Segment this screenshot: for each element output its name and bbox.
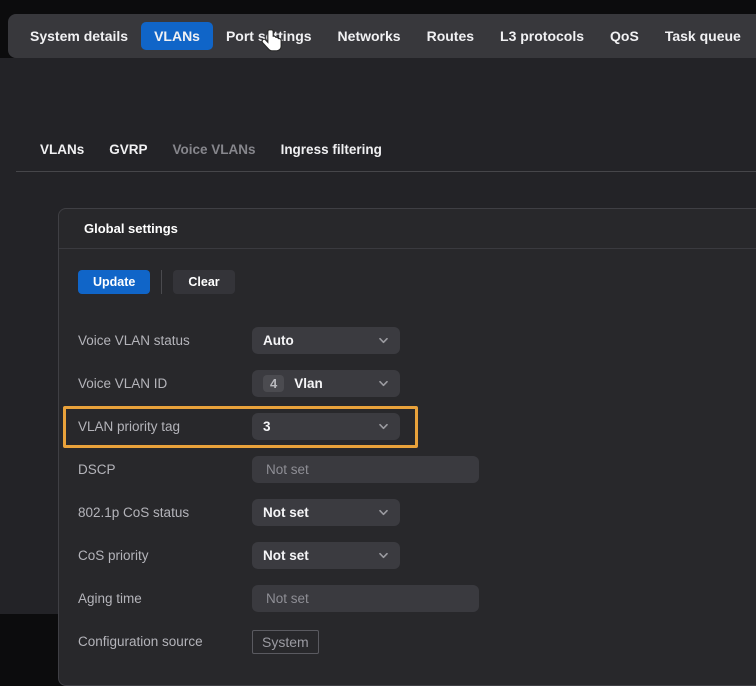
global-settings-panel: Global settings Update Clear Voice VLAN … (58, 208, 756, 686)
form-row-voice-vlan-id: Voice VLAN ID 4 Vlan (78, 370, 756, 397)
field-label-voice-vlan-status: Voice VLAN status (78, 333, 252, 348)
field-label-aging-time: Aging time (78, 591, 252, 606)
field-label-voice-vlan-id: Voice VLAN ID (78, 376, 252, 391)
tab-networks[interactable]: Networks (325, 22, 414, 50)
chevron-down-icon (377, 506, 390, 519)
subtab-voice-vlans[interactable]: Voice VLANs (173, 142, 256, 157)
action-buttons-row: Update Clear (78, 270, 756, 294)
tab-l3-protocols[interactable]: L3 protocols (487, 22, 597, 50)
dropdown-voice-vlan-id[interactable]: 4 Vlan (252, 370, 400, 397)
tab-qos[interactable]: QoS (597, 22, 652, 50)
chevron-down-icon (377, 420, 390, 433)
form-row-aging-time: Aging time (78, 585, 756, 612)
dropdown-voice-vlan-status[interactable]: Auto (252, 327, 400, 354)
tab-task-queue[interactable]: Task queue (652, 22, 754, 50)
dropdown-value: Not set (263, 548, 309, 563)
field-label-dscp: DSCP (78, 462, 252, 477)
settings-form: Voice VLAN statusAutoVoice VLAN ID4VlanV… (78, 327, 756, 655)
form-row-cos-priority: CoS priority Not set (78, 542, 756, 569)
input-aging-time[interactable] (252, 585, 479, 612)
subtab-gvrp[interactable]: GVRP (109, 142, 147, 157)
panel-title: Global settings (84, 221, 178, 236)
dropdown-value: Vlan (294, 376, 323, 391)
field-label-802-1p-cos-status: 802.1p CoS status (78, 505, 252, 520)
field-label-cos-priority: CoS priority (78, 548, 252, 563)
form-row-vlan-priority-tag: VLAN priority tag 3 (78, 413, 756, 440)
dropdown-value: 3 (263, 419, 271, 434)
form-row-configuration-source: Configuration sourceSystem (78, 628, 756, 655)
sub-navigation-tabs: VLANs GVRP Voice VLANs Ingress filtering (40, 142, 382, 157)
panel-header: Global settings (59, 209, 756, 249)
top-navigation-bar: System detailsVLANsPort settingsNetworks… (8, 14, 756, 58)
page-content: VLANs GVRP Voice VLANs Ingress filtering Gl… (0, 58, 756, 614)
field-label-configuration-source: Configuration source (78, 634, 252, 649)
dropdown-cos-priority[interactable]: Not set (252, 542, 400, 569)
field-label-vlan-priority-tag: VLAN priority tag (78, 419, 252, 434)
form-row-dscp: DSCP (78, 456, 756, 483)
tab-vlans[interactable]: VLANs (141, 22, 213, 50)
dropdown-value: Not set (263, 505, 309, 520)
clear-button[interactable]: Clear (173, 270, 234, 294)
button-separator (161, 270, 162, 294)
form-row-voice-vlan-status: Voice VLAN status Auto (78, 327, 756, 354)
tab-routes[interactable]: Routes (414, 22, 487, 50)
tab-port-settings[interactable]: Port settings (213, 22, 325, 50)
update-button[interactable]: Update (78, 270, 150, 294)
chevron-down-icon (377, 549, 390, 562)
chevron-down-icon (377, 377, 390, 390)
vlan-id-badge: 4 (263, 375, 284, 392)
tab-system-details[interactable]: System details (17, 22, 141, 50)
readonly-badge-system: System (252, 630, 319, 654)
form-row-802-1p-cos-status: 802.1p CoS status Not set (78, 499, 756, 526)
subtab-vlans[interactable]: VLANs (40, 142, 84, 157)
chevron-down-icon (377, 334, 390, 347)
dropdown-vlan-priority-tag[interactable]: 3 (252, 413, 400, 440)
dropdown-802-1p-cos-status[interactable]: Not set (252, 499, 400, 526)
input-dscp[interactable] (252, 456, 479, 483)
dropdown-value: Auto (263, 333, 294, 348)
panel-body: Update Clear Voice VLAN statusAutoVoice … (59, 249, 756, 655)
subtab-ingress-filtering[interactable]: Ingress filtering (281, 142, 382, 157)
subnav-divider (16, 171, 756, 172)
